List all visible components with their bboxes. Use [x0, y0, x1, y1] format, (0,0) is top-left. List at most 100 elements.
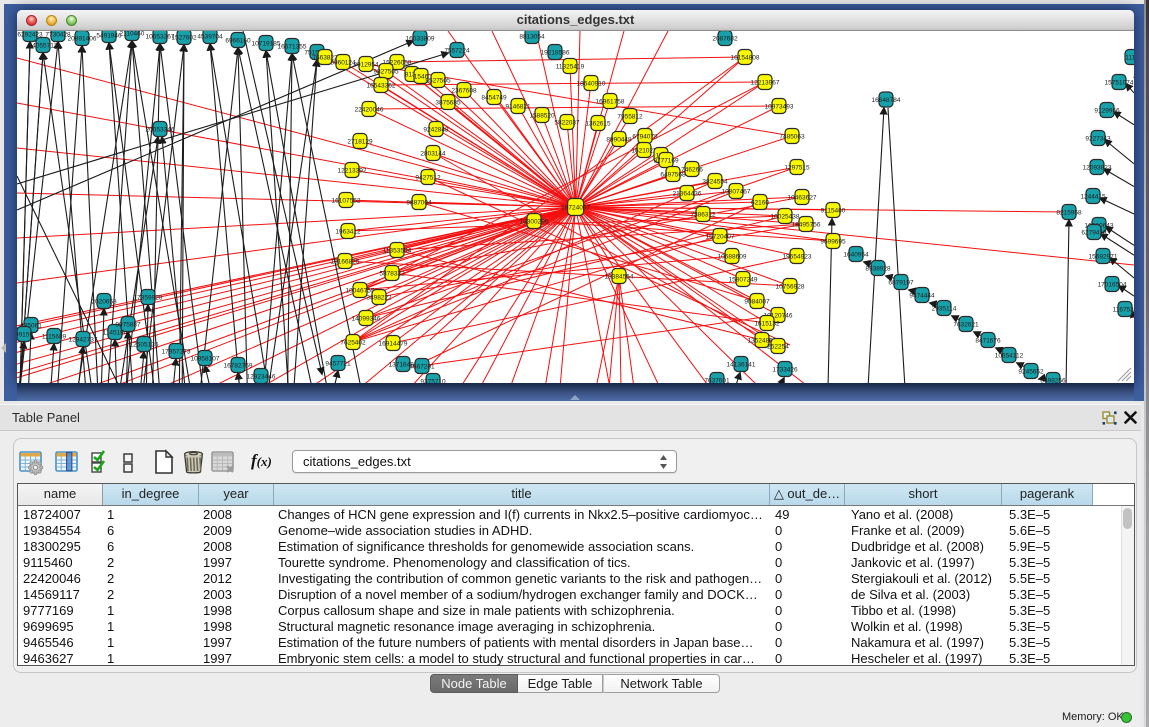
svg-text:11325419: 11325419: [556, 64, 585, 71]
svg-text:8990448: 8990448: [606, 137, 632, 144]
svg-text:2803144: 2803144: [420, 151, 446, 158]
svg-text:5491946: 5491946: [96, 33, 122, 40]
svg-text:4539704: 4539704: [197, 34, 223, 41]
svg-text:1112: 1112: [1125, 55, 1134, 62]
svg-text:16648784: 16648784: [872, 97, 901, 104]
svg-text:10025438: 10025438: [771, 214, 800, 221]
svg-text:6794078: 6794078: [632, 134, 658, 141]
svg-text:1527602: 1527602: [171, 35, 197, 42]
svg-text:19218586: 19218586: [541, 50, 570, 57]
svg-text:10719185: 10719185: [252, 41, 281, 48]
svg-text:19384554: 19384554: [605, 274, 634, 281]
svg-text:12942737: 12942737: [69, 337, 98, 344]
svg-text:8454749: 8454749: [481, 95, 507, 102]
svg-text:3498222: 3498222: [366, 295, 392, 302]
svg-text:15807249: 15807249: [729, 277, 758, 284]
svg-text:10688609: 10688609: [718, 254, 747, 261]
svg-text:8215958: 8215958: [1056, 210, 1082, 217]
svg-text:8813054: 8813054: [519, 34, 545, 41]
svg-text:1640954: 1640954: [843, 252, 869, 259]
svg-text:7632621: 7632621: [953, 322, 979, 329]
svg-text:9777169: 9777169: [653, 158, 679, 165]
svg-text:7557224: 7557224: [444, 48, 470, 55]
svg-text:1733426: 1733426: [772, 367, 798, 374]
svg-text:9699695: 9699695: [820, 239, 846, 246]
svg-text:1244415: 1244415: [1080, 194, 1106, 201]
svg-text:15692971: 15692971: [1089, 254, 1118, 261]
svg-text:9245652: 9245652: [1018, 369, 1044, 376]
svg-text:9129966: 9129966: [1094, 108, 1120, 115]
svg-text:5822037: 5822037: [554, 120, 580, 127]
svg-text:7485063: 7485063: [779, 134, 805, 141]
svg-text:2020658: 2020658: [91, 299, 117, 306]
svg-text:8960124: 8960124: [330, 60, 356, 67]
svg-text:9827505: 9827505: [373, 69, 399, 76]
svg-text:20891406: 20891406: [68, 36, 97, 43]
svg-text:18495756: 18495756: [792, 222, 821, 229]
svg-text:21364436: 21364436: [673, 191, 702, 198]
svg-text:10807467: 10807467: [722, 189, 751, 196]
svg-text:1621022: 1621022: [631, 148, 657, 155]
svg-text:4567281: 4567281: [409, 364, 435, 371]
svg-text:17016504: 17016504: [1098, 282, 1127, 289]
svg-text:12213392: 12213392: [338, 168, 367, 175]
svg-text:22420046: 22420046: [355, 107, 384, 114]
svg-text:2110460: 2110460: [120, 31, 145, 38]
svg-text:9146821: 9146821: [505, 104, 531, 111]
svg-text:1362615: 1362615: [585, 121, 611, 128]
svg-text:10654112: 10654112: [995, 353, 1024, 360]
svg-text:10958107: 10958107: [191, 356, 220, 363]
svg-text:14099346: 14099346: [352, 316, 381, 323]
svg-text:16961758: 16961758: [596, 99, 625, 106]
svg-text:10756928: 10756928: [776, 284, 805, 291]
svg-text:16782759: 16782759: [224, 363, 253, 370]
svg-text:11353594: 11353594: [383, 248, 412, 255]
svg-text:16543362: 16543362: [367, 83, 396, 90]
svg-text:16671355: 16671355: [278, 44, 307, 51]
svg-text:10463627: 10463627: [788, 195, 817, 202]
svg-text:2087682: 2087682: [712, 36, 738, 43]
svg-text:9375710: 9375710: [420, 379, 446, 384]
svg-text:1167534: 1167534: [1113, 307, 1134, 314]
svg-text:6966160: 6966160: [225, 38, 251, 45]
svg-text:9474444: 9474444: [909, 293, 935, 300]
svg-text:14055712: 14055712: [29, 43, 58, 50]
svg-text:3824554: 3824554: [702, 179, 728, 186]
svg-text:7386312: 7386312: [690, 212, 716, 219]
svg-text:18640910: 18640910: [577, 81, 606, 88]
svg-text:20053346: 20053346: [146, 127, 175, 134]
svg-text:2367608: 2367608: [451, 88, 477, 95]
svg-text:9457721: 9457721: [325, 361, 351, 368]
svg-text:9427512: 9427512: [415, 175, 441, 182]
svg-text:7637601: 7637601: [704, 378, 730, 384]
svg-text:16107552: 16107552: [332, 198, 361, 205]
svg-text:9887004: 9887004: [406, 200, 432, 207]
svg-text:9084007: 9084007: [744, 299, 770, 306]
svg-text:9115460: 9115460: [821, 208, 846, 215]
svg-text:62160: 62160: [751, 200, 769, 207]
svg-text:16154808: 16154808: [731, 55, 760, 62]
svg-text:8471676: 8471676: [975, 338, 1001, 345]
svg-text:10973493: 10973493: [765, 104, 794, 111]
svg-text:14136141: 14136141: [727, 362, 756, 369]
svg-text:1963412: 1963412: [335, 229, 361, 236]
svg-text:8698256: 8698256: [1040, 378, 1066, 384]
svg-text:12093823: 12093823: [1083, 165, 1112, 172]
svg-text:8938928: 8938928: [865, 266, 891, 273]
svg-text:6497568: 6497568: [660, 172, 686, 179]
svg-text:16033809: 16033809: [406, 36, 435, 43]
svg-text:1615132: 1615132: [754, 321, 780, 328]
svg-text:18724007: 18724007: [561, 205, 590, 212]
svg-text:6879197: 6879197: [888, 280, 914, 287]
svg-text:2718129: 2718129: [347, 139, 373, 146]
svg-text:1588520: 1588520: [529, 113, 555, 120]
svg-text:9242848: 9242848: [423, 127, 449, 134]
svg-text:9527505: 9527505: [425, 78, 451, 85]
svg-text:15751074: 15751074: [1105, 80, 1134, 87]
svg-text:3875685: 3875685: [435, 100, 461, 107]
svg-text:5878332: 5878332: [379, 271, 405, 278]
svg-text:8912954: 8912954: [353, 62, 379, 69]
svg-text:12213967: 12213967: [751, 80, 780, 87]
svg-text:2935114: 2935114: [932, 306, 957, 313]
svg-text:1297515: 1297515: [784, 165, 810, 172]
